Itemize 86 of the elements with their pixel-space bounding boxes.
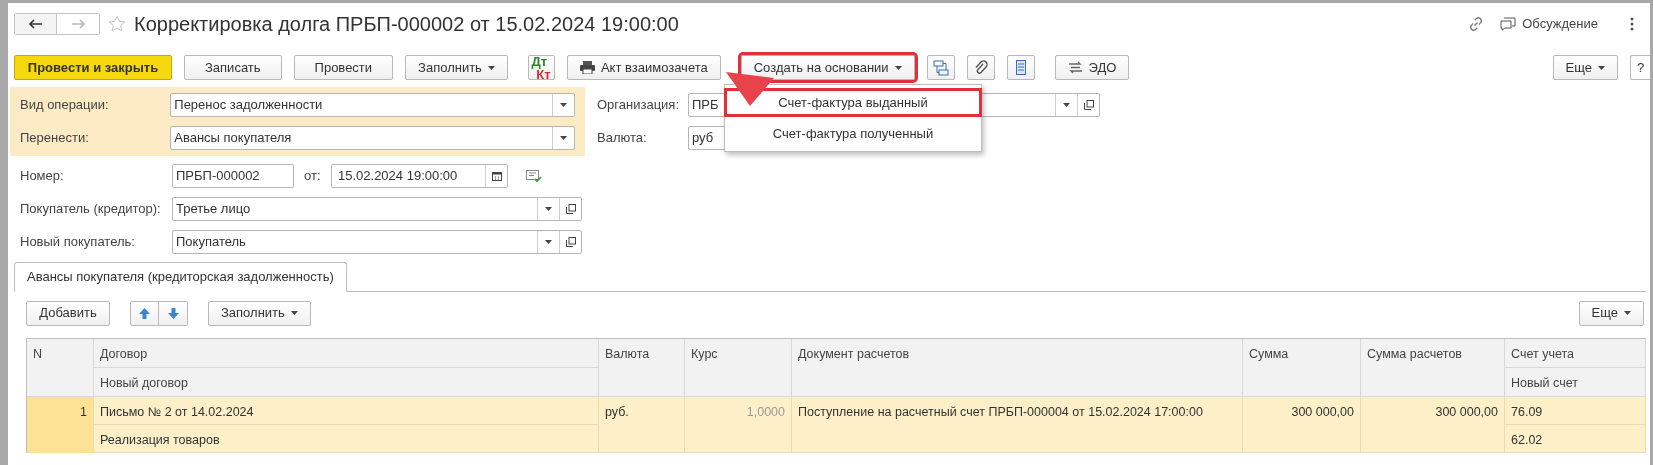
- left-arrow-icon: [28, 19, 43, 29]
- caret-icon: [545, 240, 552, 244]
- field-label: Вид операции:: [20, 96, 110, 115]
- printer-icon: [579, 61, 595, 74]
- new-buyer-field[interactable]: Покупатель: [172, 230, 582, 254]
- window-title: Корректировка долга ПРБП-000002 от 15.02.2024 19:00:00: [134, 12, 679, 37]
- more-options-icon[interactable]: [1630, 17, 1634, 31]
- table-cell: 1,0000: [685, 397, 792, 453]
- row-number-cell: 1: [27, 397, 94, 453]
- table-cell: Поступление на расчетный счет ПРБП-000004 от 15.02.2024 17:00:00: [792, 397, 1243, 453]
- add-button[interactable]: Добавить: [26, 300, 110, 326]
- fill-button[interactable]: Заполнить: [208, 300, 311, 326]
- more-button[interactable]: Еще: [1552, 55, 1618, 80]
- column-header: Новый счет: [1505, 368, 1646, 397]
- structure-button[interactable]: [926, 55, 955, 80]
- down-arrow-icon: [167, 307, 179, 319]
- up-arrow-icon: [139, 307, 150, 319]
- field-label: от:: [303, 167, 322, 186]
- move-down-button[interactable]: [159, 300, 188, 326]
- move-up-button[interactable]: [130, 300, 159, 326]
- help-button[interactable]: ?: [1630, 55, 1650, 80]
- caret-icon: [560, 136, 567, 140]
- toolbar-button[interactable]: Записать: [184, 55, 282, 80]
- document-check-icon[interactable]: [526, 169, 542, 183]
- field-label: Перенести:: [20, 129, 90, 148]
- star-icon[interactable]: [108, 15, 126, 33]
- more-button[interactable]: Еще: [1578, 300, 1644, 326]
- caret-icon: [560, 103, 567, 107]
- hierarchy-icon: [932, 59, 949, 76]
- paperclip-icon: [973, 60, 988, 75]
- open-window-icon: [565, 204, 576, 214]
- list-icon: [1015, 60, 1026, 75]
- column-header: Сумма расчетов: [1361, 339, 1505, 397]
- column-header: Договор: [94, 339, 599, 368]
- post-and-close-button[interactable]: Провести и закрыть: [14, 55, 172, 80]
- caret-icon: [894, 65, 902, 70]
- column-header: Новый договор: [94, 368, 599, 397]
- caret-icon: [1598, 65, 1605, 70]
- buyer-field[interactable]: Третье лицо: [172, 197, 582, 221]
- table-cell: Письмо № 2 от 14.02.2024: [94, 397, 599, 425]
- table-cell: Реализация товаров: [94, 425, 599, 453]
- field-label: Новый покупатель:: [20, 233, 136, 252]
- print-button[interactable]: Акт взаимозачета: [566, 55, 721, 80]
- table-cell: 300 000,00: [1243, 397, 1361, 453]
- table-cell: 62.02: [1505, 425, 1646, 453]
- column-header: Валюта: [599, 339, 685, 397]
- exchange-icon: [1067, 61, 1083, 74]
- caret-icon: [290, 311, 298, 315]
- right-arrow-icon: [71, 19, 85, 29]
- debit-credit-button[interactable]: Дт Кт: [527, 55, 555, 80]
- caret-icon: [1063, 103, 1070, 107]
- operation-field[interactable]: Перенос задолженности: [170, 93, 575, 117]
- transfer-field[interactable]: Авансы покупателя: [170, 126, 575, 150]
- column-header: N: [27, 339, 94, 397]
- edo-button[interactable]: ЭДО: [1054, 55, 1130, 80]
- dropdown-button[interactable]: Заполнить: [405, 55, 508, 80]
- caret-icon: [1624, 311, 1631, 315]
- calendar-icon: [491, 171, 502, 181]
- column-header: Документ расчетов: [792, 339, 1243, 397]
- caret-icon: [545, 207, 552, 211]
- field-label: Валюта:: [597, 129, 648, 148]
- table-cell: руб.: [599, 397, 685, 453]
- column-header: Курс: [685, 339, 792, 397]
- back-button[interactable]: [15, 14, 57, 34]
- tab[interactable]: Авансы покупателя (кредиторская задолженность): [14, 262, 347, 292]
- column-header: Счет учета: [1505, 339, 1646, 368]
- report-button[interactable]: [1006, 55, 1035, 80]
- dropdown-button[interactable]: Создать на основании: [740, 55, 915, 80]
- menu-item[interactable]: Счет-фактура выданный: [725, 89, 981, 116]
- chat-icon: [1500, 17, 1517, 31]
- date-field[interactable]: 15.02.2024 19:00:00: [331, 164, 508, 188]
- field-label: Номер:: [20, 167, 65, 186]
- number-field[interactable]: ПРБП-000002: [172, 164, 294, 188]
- field-label: Организация:: [597, 96, 681, 115]
- link-icon[interactable]: [1468, 16, 1485, 32]
- table-cell: 76.09: [1505, 397, 1646, 425]
- column-header: Сумма: [1243, 339, 1361, 397]
- open-window-icon: [1083, 100, 1094, 110]
- discussion-button[interactable]: Обсуждение: [1500, 14, 1598, 34]
- field-label: Покупатель (кредитор):: [20, 200, 162, 219]
- open-window-icon: [565, 237, 576, 247]
- menu-item[interactable]: Счет-фактура полученный: [725, 120, 981, 147]
- caret-icon: [487, 65, 495, 70]
- attach-button[interactable]: [966, 55, 995, 80]
- toolbar-button[interactable]: Провести: [293, 55, 394, 80]
- table-cell: 300 000,00: [1361, 397, 1505, 453]
